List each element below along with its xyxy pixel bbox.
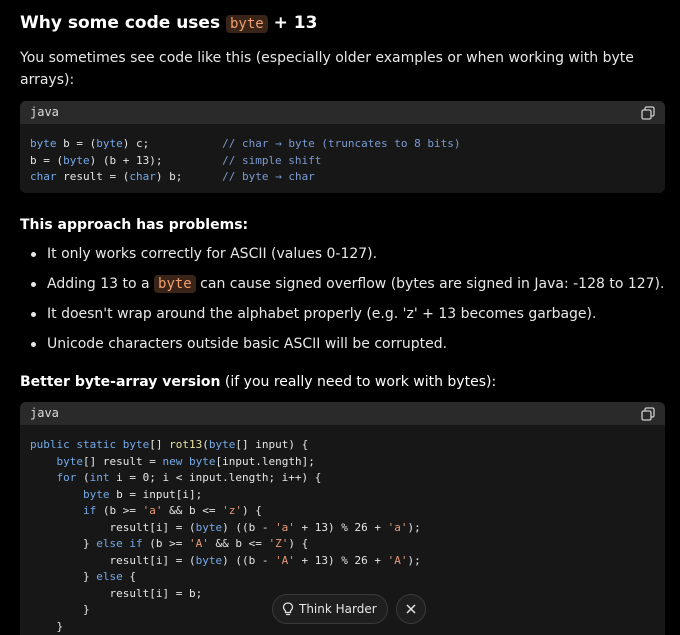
list-item-text: can cause signed overflow (bytes are sig… [195,276,665,292]
code-line: byte b = input[i]; [82,487,203,501]
problems-label: This approach has problems: [20,217,249,233]
heading-inline-code: byte [225,15,268,33]
think-harder-button[interactable]: Think Harder [272,594,388,624]
code-block-1-code: byte b = (byte) c; // char → byte (trunc… [20,124,665,186]
code-line: } [30,619,64,633]
code-block-1-header: java [20,101,665,124]
code-line: byte[] result = new byte[input.length]; [56,454,315,468]
heading-suffix: + 13 [267,13,318,33]
code-line: result[i] = (byte) ((b - 'A' + 13) % 26 … [30,553,421,567]
list-item-text: It only works correctly for ASCII (value… [47,246,378,262]
list-item-inline-code: byte [154,275,196,293]
code-block-1-language: java [30,105,59,119]
code-line: result[i] = (byte) ((b - 'a' + 13) % 26 … [30,520,421,534]
copy-icon[interactable] [641,106,655,120]
list-item-text: Adding 13 to a [47,276,155,292]
list-item: Adding 13 to a byte can cause signed ove… [20,273,665,295]
code-block-2-header: java [20,402,665,425]
list-item: It only works correctly for ASCII (value… [20,243,665,265]
code-line: } [30,603,90,616]
code-line: result[i] = b; [30,586,203,600]
list-item: It doesn't wrap around the alphabet prop… [20,303,665,325]
code-block-2-language: java [30,406,59,420]
copy-icon[interactable] [641,407,655,421]
message-content: Why some code uses byte + 13 You sometim… [20,0,665,635]
list-item: Unicode characters outside basic ASCII w… [20,333,665,355]
list-item-text: Unicode characters outside basic ASCII w… [47,336,448,352]
intro-paragraph: You sometimes see code like this (especi… [20,50,634,88]
lightbulb-icon [282,602,294,616]
list-item-text: It doesn't wrap around the alphabet prop… [47,306,597,322]
code-line: for (int i = 0; i < input.length; i++) { [56,471,322,484]
code-line: b = (byte) (b + 13); // simple shift [30,153,322,167]
code-line: if (b >= 'a' && b <= 'z') { [82,504,262,517]
heading-prefix: Why some code uses [20,13,226,33]
section-heading: Why some code uses byte + 13 [20,11,665,35]
better-label-bold: Better byte-array version [20,374,221,390]
close-button[interactable] [395,594,426,624]
better-label-rest: (if you really need to work with bytes): [220,374,497,390]
close-icon [406,604,416,614]
problems-list: It only works correctly for ASCII (value… [20,243,665,355]
floating-actions: Think Harder [272,594,426,624]
code-block-1: java byte b = (byte) c; // char → byte (… [20,101,665,193]
better-label: Better byte-array version (if you really… [20,372,665,392]
think-harder-label: Think Harder [299,602,377,616]
code-line: } else if (b >= 'A' && b <= 'Z') { [30,537,309,550]
code-line: } else { [30,570,136,583]
code-line: public static byte[] rot13(byte[] input)… [30,438,309,451]
code-line: char result = (char) b; // byte → char [30,170,315,183]
code-line: byte b = (byte) c; // char → byte (trunc… [30,137,461,150]
